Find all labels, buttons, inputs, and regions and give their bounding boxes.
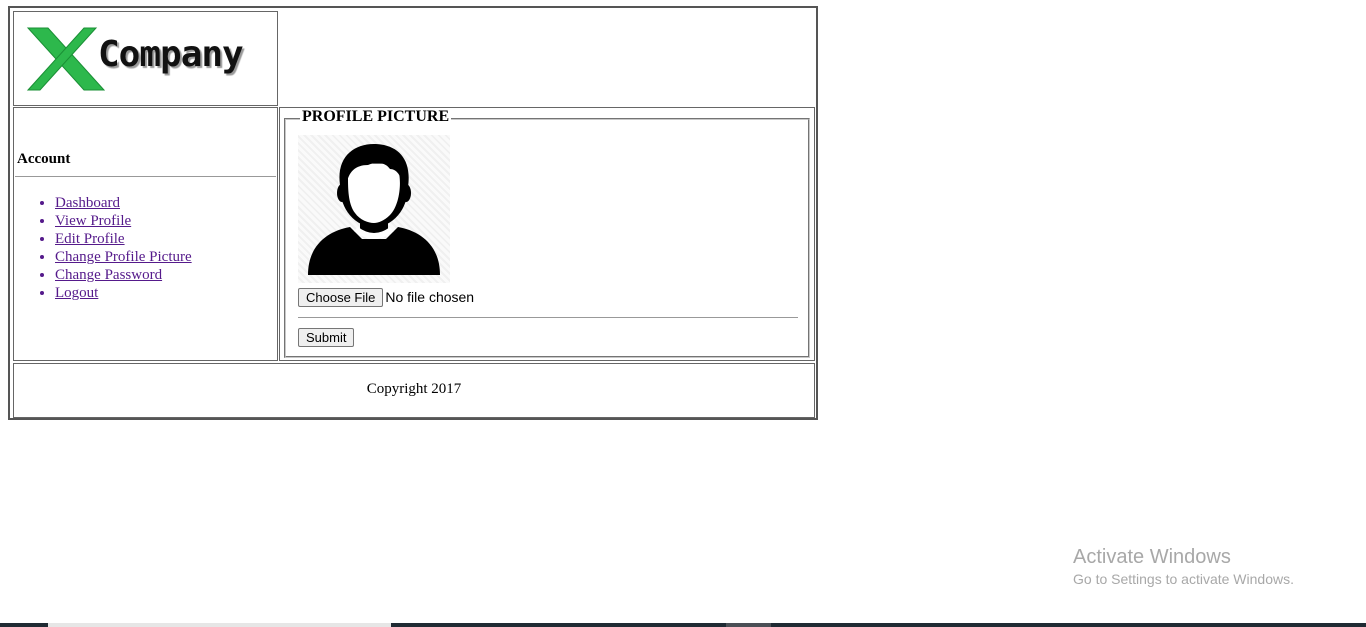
sidebar-title: Account — [17, 151, 71, 167]
file-status-text: No file chosen — [385, 289, 475, 305]
view-profile-link[interactable]: View Profile — [55, 213, 131, 229]
edit-profile-link[interactable]: Edit Profile — [55, 231, 125, 247]
taskbar-button[interactable] — [726, 623, 771, 627]
sidebar-menu: Dashboard View Profile Edit Profile Chan… — [14, 194, 192, 302]
change-profile-picture-link[interactable]: Change Profile Picture — [55, 249, 192, 265]
main-content: PROFILE PICTURE Choose File No file chos… — [279, 107, 815, 361]
sidebar: Account Dashboard View Profile Edit Prof… — [13, 107, 278, 361]
copyright-text: Copyright 2017 — [366, 381, 462, 397]
sidebar-item-edit-profile: Edit Profile — [55, 230, 192, 248]
sidebar-item-change-profile-picture: Change Profile Picture — [55, 248, 192, 266]
logo-cell: Company — [13, 11, 278, 106]
avatar — [298, 135, 450, 283]
logout-link[interactable]: Logout — [55, 285, 98, 301]
dashboard-link[interactable]: Dashboard — [55, 195, 120, 211]
submit-row: Submit — [298, 328, 355, 347]
fieldset-legend: PROFILE PICTURE — [300, 108, 452, 126]
file-input: Choose File No file chosen — [298, 288, 474, 307]
watermark-subtitle: Go to Settings to activate Windows. — [1073, 571, 1294, 587]
sidebar-item-change-password: Change Password — [55, 266, 192, 284]
change-password-link[interactable]: Change Password — [55, 267, 162, 283]
choose-file-button[interactable]: Choose File — [298, 288, 384, 307]
taskbar-button[interactable] — [48, 623, 391, 627]
sidebar-divider — [15, 176, 276, 177]
activate-windows-watermark: Activate Windows Go to Settings to activ… — [1073, 546, 1294, 587]
sidebar-item-view-profile: View Profile — [55, 212, 192, 230]
sidebar-item-dashboard: Dashboard — [55, 194, 192, 212]
footer: Copyright 2017 — [13, 363, 815, 418]
profile-picture-fieldset: PROFILE PICTURE Choose File No file chos… — [284, 108, 810, 358]
company-name: Company — [98, 34, 244, 75]
page-layout-table: Company Account Dashboard View Profile E… — [8, 6, 818, 420]
watermark-title: Activate Windows — [1073, 546, 1231, 568]
form-divider — [298, 317, 798, 318]
submit-button[interactable]: Submit — [298, 328, 355, 347]
sidebar-item-logout: Logout — [55, 284, 192, 302]
header-empty-cell — [280, 11, 815, 106]
user-silhouette-icon — [308, 143, 440, 275]
